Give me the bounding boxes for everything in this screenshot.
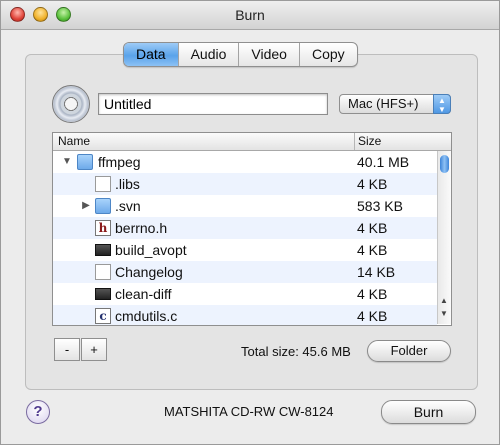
updown-arrows-icon: ▲ ▼ — [433, 94, 451, 114]
format-select-value: Mac (HFS+) — [348, 96, 419, 111]
list-header: Name Size — [53, 133, 451, 151]
column-divider[interactable] — [354, 133, 355, 150]
vertical-scrollbar[interactable]: ▲ ▼ — [437, 151, 451, 324]
folder-button[interactable]: Folder — [367, 340, 451, 362]
file-name: clean-diff — [115, 286, 172, 302]
table-row[interactable]: h berrno.h 4 KB — [53, 217, 437, 239]
table-row[interactable]: ▶ .svn 583 KB — [53, 195, 437, 217]
file-size: 4 KB — [357, 176, 388, 192]
tab-data[interactable]: Data — [124, 43, 178, 66]
c-source-file-icon: c — [95, 308, 111, 324]
file-name: build_avopt — [115, 242, 187, 258]
table-row[interactable]: build_avopt 4 KB — [53, 239, 437, 261]
file-size: 4 KB — [357, 286, 388, 302]
file-size: 14 KB — [357, 264, 396, 280]
disclosure-expanded-icon[interactable]: ▼ — [62, 151, 72, 173]
column-header-name[interactable]: Name — [58, 134, 90, 148]
scroll-down-arrow-icon[interactable]: ▼ — [440, 309, 448, 318]
document-icon — [95, 176, 111, 192]
file-size: 583 KB — [357, 198, 403, 214]
drive-name: MATSHITA CD-RW CW-8124 — [164, 404, 334, 419]
scroll-up-arrow-icon[interactable]: ▲ — [440, 296, 448, 305]
executable-icon — [95, 244, 111, 256]
burn-window: Burn Data Audio Video Copy Mac (HFS+) ▲▼… — [0, 0, 500, 445]
executable-icon — [95, 288, 111, 300]
file-size: 4 KB — [357, 220, 388, 236]
table-row[interactable]: clean-diff 4 KB — [53, 283, 437, 305]
file-name: .svn — [115, 198, 141, 214]
remove-item-button[interactable]: - — [54, 338, 80, 361]
table-row[interactable]: ▼ ffmpeg 40.1 MB — [53, 151, 437, 173]
file-name: ffmpeg — [98, 154, 141, 170]
total-size-label: Total size: 45.6 MB — [241, 344, 351, 359]
burn-button[interactable]: Burn — [381, 400, 476, 424]
tab-video[interactable]: Video — [238, 43, 299, 66]
mode-tabs: Data Audio Video Copy — [123, 42, 358, 67]
file-name: .libs — [115, 176, 140, 192]
tab-copy[interactable]: Copy — [298, 43, 357, 66]
disc-name-input[interactable] — [98, 93, 328, 115]
folder-icon — [95, 198, 111, 214]
disclosure-collapsed-icon[interactable]: ▶ — [81, 195, 91, 217]
table-row[interactable]: c cmdutils.c 4 KB — [53, 305, 437, 325]
file-size: 40.1 MB — [357, 154, 410, 170]
help-button[interactable]: ? — [26, 400, 50, 424]
file-size: 4 KB — [357, 242, 388, 258]
window-title: Burn — [235, 7, 265, 23]
scroll-thumb[interactable] — [440, 155, 449, 173]
document-icon — [95, 264, 111, 280]
table-row[interactable]: .libs 4 KB — [53, 173, 437, 195]
file-name: Changelog — [115, 264, 183, 280]
column-header-size[interactable]: Size — [356, 134, 381, 148]
file-size: 4 KB — [357, 308, 388, 324]
file-name: berrno.h — [115, 220, 168, 236]
format-select[interactable]: Mac (HFS+) ▲ ▼ — [339, 94, 451, 114]
folder-icon — [77, 154, 93, 170]
disc-icon — [52, 85, 90, 123]
header-file-icon: h — [95, 220, 111, 236]
tab-audio[interactable]: Audio — [177, 43, 239, 66]
file-rows: ▼ ffmpeg 40.1 MB .libs 4 KB ▶ .svn 583 K… — [53, 151, 437, 325]
file-list[interactable]: Name Size ▼ ffmpeg 40.1 MB .libs 4 KB ▶ … — [52, 132, 452, 326]
table-row[interactable]: Changelog 14 KB — [53, 261, 437, 283]
title-bar[interactable]: Burn — [1, 1, 499, 30]
file-name: cmdutils.c — [115, 308, 178, 324]
add-item-button[interactable]: + — [81, 338, 107, 361]
